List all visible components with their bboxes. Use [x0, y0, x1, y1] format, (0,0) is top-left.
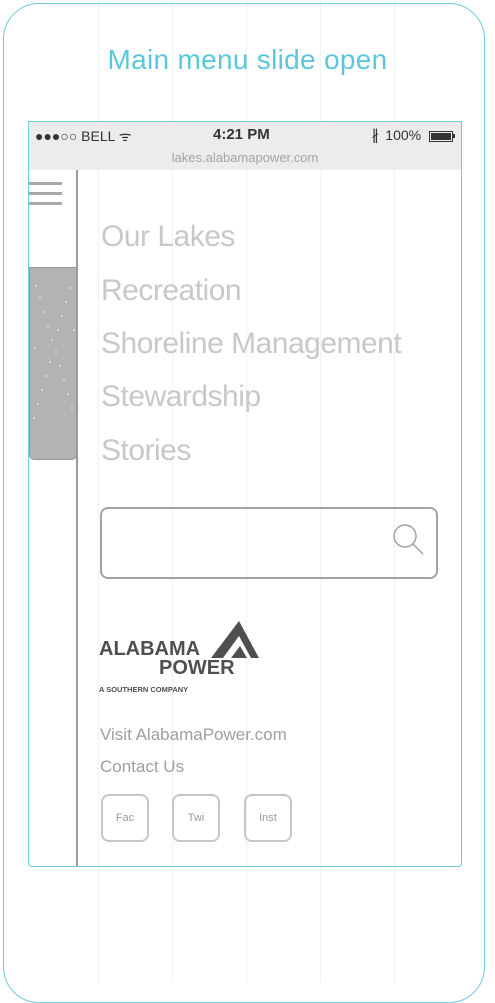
menu-item-stories[interactable]: Stories [101, 434, 191, 468]
twitter-label: Twi [187, 812, 205, 824]
menu-item-our-lakes[interactable]: Our Lakes [101, 220, 235, 254]
page-title: Main menu slide open [107, 44, 388, 75]
battery-icon [429, 130, 453, 142]
status-time: 4:21 PM [213, 126, 270, 143]
instagram-button[interactable]: Inst [244, 794, 292, 842]
status-bar: ●●●○○ BELL ᯤ 4:21 PM ∦ 100% lakes.alabam… [29, 122, 461, 170]
battery-cap [453, 134, 455, 139]
alabama-power-logo[interactable]: ALABAMA POWER A SOUTHERN COMPANY [99, 618, 269, 694]
hamburger-bar [29, 202, 62, 205]
menu-item-stewardship[interactable]: Stewardship [101, 380, 261, 414]
bluetooth-icon: ∦ [371, 127, 380, 144]
search-input[interactable] [100, 507, 438, 579]
alabama-power-logo-graphic: ALABAMA POWER A SOUTHERN COMPANY [99, 621, 259, 694]
logo-line2: POWER [159, 657, 235, 679]
twitter-button[interactable]: Twi [172, 794, 220, 842]
logo-tagline: A SOUTHERN COMPANY [99, 685, 188, 694]
menu-item-recreation[interactable]: Recreation [101, 274, 242, 308]
visit-alabama-power-link[interactable]: Visit AlabamaPower.com [100, 725, 287, 745]
sidebar-divider [76, 170, 78, 866]
close-x-dots-icon [33, 285, 75, 419]
status-row: ●●●○○ BELL ᯤ 4:21 PM ∦ 100% [29, 125, 461, 145]
phone-screen: ●●●○○ BELL ᯤ 4:21 PM ∦ 100% lakes.alabam… [28, 121, 462, 867]
search-icon[interactable] [391, 522, 425, 556]
battery-indicator: 100% [385, 127, 455, 143]
menu-item-shoreline-management[interactable]: Shoreline Management [101, 327, 402, 361]
hamburger-bar [29, 192, 62, 195]
hamburger-bar [29, 182, 62, 185]
carrier-signal: ●●●○○ BELL ᯤ [35, 128, 132, 144]
address-url[interactable]: lakes.alabamapower.com [29, 150, 461, 165]
facebook-button[interactable]: Fac [101, 794, 149, 842]
instagram-label: Inst [259, 812, 277, 824]
contact-us-link[interactable]: Contact Us [100, 757, 184, 777]
slide-panel-handle[interactable] [29, 267, 77, 460]
hamburger-menu-icon[interactable] [29, 182, 62, 210]
facebook-label: Fac [115, 812, 135, 824]
battery-percent: 100% [385, 127, 422, 143]
